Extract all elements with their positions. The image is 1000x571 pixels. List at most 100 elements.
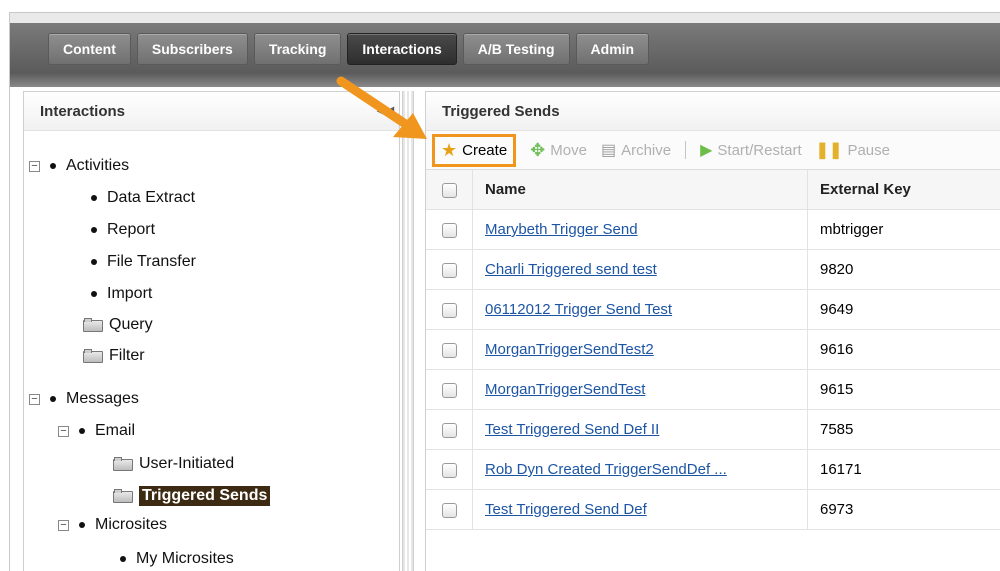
tab-ab-testing[interactable]: A/B Testing [462,33,570,65]
row-checkbox-cell [426,289,473,330]
tab-subscribers[interactable]: Subscribers [136,33,248,65]
triggered-sends-panel: Triggered Sends ★ Create ✥ Move ▤ Archiv… [425,91,1000,571]
selected-node-label: Triggered Sends [139,486,271,506]
tree-node-report[interactable]: Report [91,218,155,242]
create-button[interactable]: ★ Create [432,133,517,167]
panel-header: Triggered Sends [426,92,1000,131]
panel-title: Triggered Sends [442,102,560,120]
external-key-cell: 9820 [807,249,1000,290]
table-row: MorganTriggerSendTest 9615 [426,369,1000,410]
row-checkbox[interactable] [441,302,457,318]
name-cell: MorganTriggerSendTest [472,369,808,410]
tab-interactions[interactable]: Interactions [347,33,457,65]
archive-icon: ▤ [600,142,617,159]
row-checkbox-cell [426,209,473,250]
table-row: 06112012 Trigger Send Test 9649 [426,289,1000,330]
external-key-cell: 16171 [807,449,1000,490]
tree-node-messages[interactable]: − Messages [29,387,139,411]
toolbar-divider [685,141,687,159]
pause-icon: ❚❚ [815,142,843,159]
row-checkbox[interactable] [441,462,457,478]
bullet-icon [91,195,97,201]
interactions-tree-panel: Interactions ◀◀ − Activities Data Extrac… [23,91,400,571]
tree-node-user-initiated[interactable]: User-Initiated [113,452,234,476]
tree-node-my-microsites[interactable]: My Microsites [120,547,234,571]
tree-node-activities[interactable]: − Activities [29,154,129,178]
triggered-send-link[interactable]: MorganTriggerSendTest2 [485,341,654,358]
table-row: Charli Triggered send test 9820 [426,249,1000,290]
row-checkbox[interactable] [441,342,457,358]
row-checkbox-cell [426,369,473,410]
triggered-send-link[interactable]: Test Triggered Send Def [485,501,647,518]
triggered-send-link[interactable]: Charli Triggered send test [485,261,657,278]
start-restart-button[interactable]: ▶ Start/Restart [700,140,802,160]
triggered-send-link[interactable]: Test Triggered Send Def II [485,421,659,438]
folder-icon [83,318,103,332]
folder-icon [83,349,103,363]
row-checkbox[interactable] [441,382,457,398]
external-key-cell: 9649 [807,289,1000,330]
external-key-cell: 6973 [807,489,1000,530]
tree-node-filter[interactable]: Filter [83,344,145,368]
collapse-toggle-icon[interactable]: − [58,425,69,437]
tree-node-query[interactable]: Query [83,313,153,337]
pause-button[interactable]: ❚❚ Pause [816,140,890,160]
table-row: MorganTriggerSendTest2 9616 [426,329,1000,370]
collapse-toggle-icon[interactable]: − [29,393,40,405]
tree-node-triggered-sends[interactable]: Triggered Sends [113,484,271,508]
triggered-send-link[interactable]: MorganTriggerSendTest [485,381,645,398]
tree-node-data-extract[interactable]: Data Extract [91,186,195,210]
bullet-icon [50,396,56,402]
move-button[interactable]: ✥ Move [530,140,587,161]
collapse-toggle-icon[interactable]: − [58,519,69,531]
play-icon: ▶ [700,142,713,159]
panel-title: Interactions [40,102,126,120]
tree-node-file-transfer[interactable]: File Transfer [91,250,196,274]
external-key-cell: mbtrigger [807,209,1000,250]
name-cell: MorganTriggerSendTest2 [472,329,808,370]
tree-node-microsites[interactable]: − Microsites [58,513,167,537]
table-row: Marybeth Trigger Send mbtrigger [426,209,1000,250]
name-cell: Test Triggered Send Def II [472,409,808,450]
folder-icon [113,457,133,471]
column-header-name[interactable]: Name [472,170,808,210]
panel-header: Interactions ◀◀ [24,92,399,131]
row-checkbox[interactable] [441,502,457,518]
tab-tracking[interactable]: Tracking [253,33,342,65]
bullet-icon [91,227,97,233]
move-arrows-icon: ✥ [530,139,546,160]
tree-node-import[interactable]: Import [91,282,152,306]
row-checkbox-cell [426,449,473,490]
tab-content[interactable]: Content [48,33,131,65]
table-row: Test Triggered Send Def 6973 [426,489,1000,530]
triggered-send-link[interactable]: Marybeth Trigger Send [485,221,638,238]
row-checkbox-cell [426,409,473,450]
name-cell: Test Triggered Send Def [472,489,808,530]
triggered-send-link[interactable]: 06112012 Trigger Send Test [485,301,672,318]
bullet-icon [79,428,85,434]
toolbar: ★ Create ✥ Move ▤ Archive ▶ Start/Restar… [426,131,1000,170]
bullet-icon [91,259,97,265]
table-row: Test Triggered Send Def II 7585 [426,409,1000,450]
external-key-cell: 9615 [807,369,1000,410]
name-cell: Charli Triggered send test [472,249,808,290]
row-checkbox[interactable] [441,222,457,238]
name-cell: Marybeth Trigger Send [472,209,808,250]
table-header-row: Name External Key [426,170,1000,210]
column-header-external-key[interactable]: External Key [807,170,1000,210]
row-checkbox[interactable] [441,262,457,278]
star-icon: ★ [441,139,458,160]
bullet-icon [50,163,56,169]
collapse-toggle-icon[interactable]: − [29,160,40,172]
row-checkbox[interactable] [441,422,457,438]
collapse-panel-icon[interactable]: ◀◀ [377,104,394,118]
tree-node-email[interactable]: − Email [58,419,135,443]
triggered-sends-table: Name External Key Marybeth Trigger Send … [426,170,1000,530]
row-checkbox-cell [426,489,473,530]
panel-splitter[interactable] [402,91,414,571]
tab-admin[interactable]: Admin [575,33,650,65]
select-all-checkbox[interactable] [441,182,457,198]
archive-button[interactable]: ▤ Archive [601,140,671,160]
bullet-icon [91,291,97,297]
triggered-send-link[interactable]: Rob Dyn Created TriggerSendDef ... [485,461,727,478]
